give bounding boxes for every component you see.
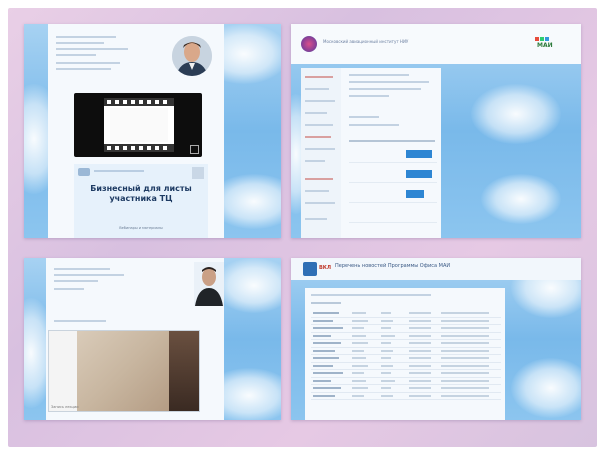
table-row[interactable] — [311, 369, 501, 378]
header-logo-icon — [303, 262, 317, 276]
table-row[interactable] — [311, 324, 501, 333]
site-header: ВКЛ Перечень новостей Программы Офиса МА… — [291, 258, 581, 280]
table-row[interactable] — [311, 317, 501, 325]
news-table — [311, 310, 501, 400]
table-row[interactable] — [311, 384, 501, 393]
promo-title: Бизнесный для листы участника ТЦ — [90, 184, 192, 203]
site-header: Московский авиационный институт НИУ МАИ — [291, 24, 581, 64]
table-row[interactable] — [311, 392, 501, 400]
partner-logo: МАИ — [535, 37, 567, 51]
table-row[interactable] — [311, 339, 501, 348]
speaker-avatar — [194, 262, 224, 306]
content-sheet: Запись лекции — [46, 258, 224, 420]
panel-top-right: Московский авиационный институт НИУ МАИ — [291, 24, 581, 238]
video-player[interactable]: Запись лекции — [48, 330, 200, 412]
timetable-page — [301, 68, 441, 238]
schedule-grid — [349, 146, 437, 236]
promo-caption: Вебинары и материалы — [119, 226, 163, 230]
video-player[interactable] — [74, 93, 202, 157]
video-caption: Запись лекции — [51, 405, 79, 409]
table-row[interactable] — [311, 377, 501, 385]
schedule-cell-highlight[interactable] — [406, 170, 432, 178]
speaker-avatar — [172, 36, 212, 76]
panel-bottom-right: ВКЛ Перечень новостей Программы Офиса МА… — [291, 258, 581, 420]
promo-card[interactable]: Бизнесный для листы участника ТЦ Вебинар… — [74, 164, 208, 238]
panel-top-left: Бизнесный для листы участника ТЦ Вебинар… — [24, 24, 281, 238]
site-title: Московский авиационный институт НИУ — [323, 39, 409, 44]
film-icon — [104, 98, 174, 152]
schedule-cell-highlight[interactable] — [406, 150, 432, 158]
sidebar — [301, 68, 341, 238]
header-title: Перечень новостей Программы Офиса МАИ — [335, 263, 451, 269]
table-row[interactable] — [311, 362, 501, 370]
table-row[interactable] — [311, 332, 501, 340]
news-list — [305, 288, 505, 420]
table-row[interactable] — [311, 310, 501, 318]
header-logo: ВКЛ — [319, 265, 332, 271]
table-row[interactable] — [311, 347, 501, 355]
panel-bottom-left: Запись лекции — [24, 258, 281, 420]
content-sheet: Бизнесный для листы участника ТЦ Вебинар… — [48, 24, 224, 238]
fullscreen-icon[interactable] — [190, 145, 199, 154]
schedule-cell-highlight[interactable] — [406, 190, 424, 198]
table-row[interactable] — [311, 354, 501, 363]
site-logo-icon — [301, 36, 317, 52]
